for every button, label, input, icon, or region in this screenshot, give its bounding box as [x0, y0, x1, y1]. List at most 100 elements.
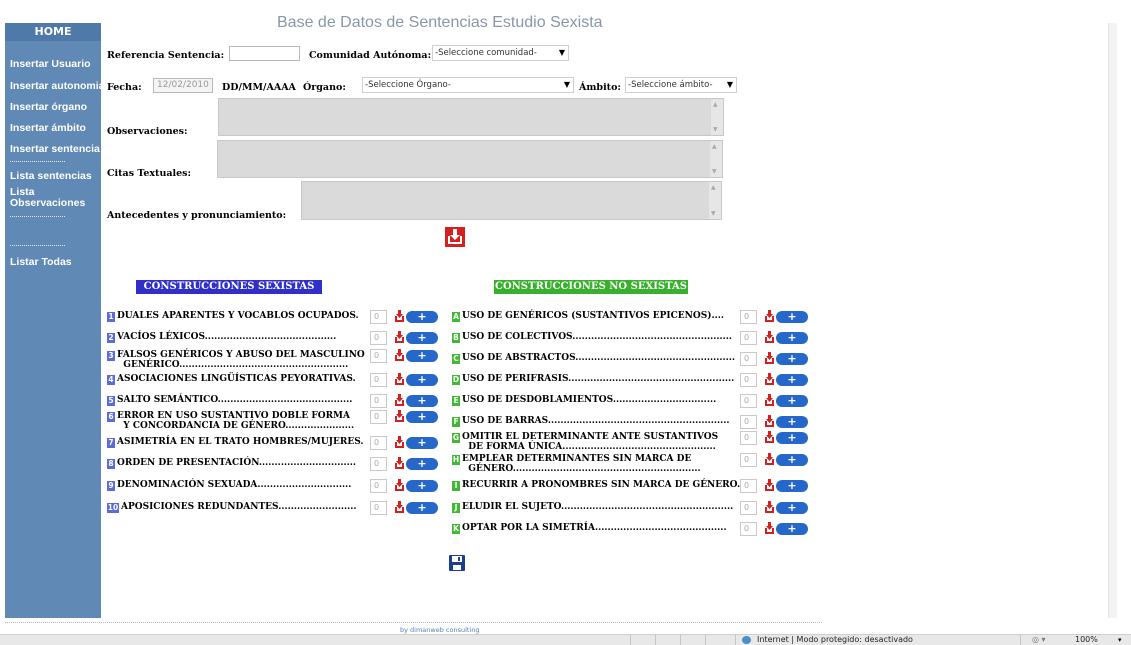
count-input[interactable]: 0: [370, 410, 387, 424]
add-button[interactable]: +: [776, 480, 808, 492]
add-button[interactable]: +: [776, 416, 808, 428]
download-icon[interactable]: [765, 415, 774, 427]
row-label: OPTAR POR LA SIMETRÍA...................…: [462, 523, 727, 533]
comunidad-select[interactable]: -Seleccione comunidad- ▼: [432, 45, 569, 61]
add-button[interactable]: +: [406, 437, 438, 449]
ambito-select[interactable]: -Seleccione ámbito- ▼: [625, 77, 737, 93]
count-input[interactable]: 0: [370, 373, 387, 387]
row-number-badge: G: [452, 433, 460, 443]
download-icon[interactable]: [765, 479, 774, 491]
sidebar-item-insertar-ambito[interactable]: Insertar ámbito: [10, 123, 86, 134]
count-input[interactable]: 0: [370, 394, 387, 408]
count-input[interactable]: 0: [370, 310, 387, 324]
row-number-badge: D: [452, 375, 460, 385]
download-icon[interactable]: [395, 410, 404, 422]
download-icon[interactable]: [765, 453, 774, 465]
download-icon[interactable]: [765, 394, 774, 406]
construction-row: 1 DUALES APARENTES Y VOCABLOS OCUPADOS.: [107, 311, 370, 324]
count-input[interactable]: 0: [740, 310, 757, 324]
count-input[interactable]: 0: [740, 352, 757, 366]
count-input[interactable]: 0: [740, 394, 757, 408]
add-button[interactable]: +: [776, 432, 808, 444]
download-icon[interactable]: [395, 457, 404, 469]
add-button[interactable]: +: [406, 395, 438, 407]
download-icon[interactable]: [444, 226, 466, 248]
download-icon[interactable]: [395, 310, 404, 322]
add-button[interactable]: +: [776, 311, 808, 323]
count-input[interactable]: 0: [370, 349, 387, 363]
count-input[interactable]: 0: [740, 501, 757, 515]
download-icon[interactable]: [765, 501, 774, 513]
download-icon[interactable]: [395, 373, 404, 385]
count-input[interactable]: 0: [740, 453, 757, 467]
antecedentes-textarea[interactable]: ▲ ▼: [301, 181, 722, 220]
row-label: ELUDIR EL SUJETO........................…: [462, 502, 734, 512]
count-input[interactable]: 0: [370, 457, 387, 471]
count-input[interactable]: 0: [740, 431, 757, 445]
count-input[interactable]: 0: [740, 373, 757, 387]
add-button[interactable]: +: [406, 311, 438, 323]
observaciones-label: Observaciones:: [107, 126, 188, 137]
construction-row: C USO DE ABSTRACTOS......................…: [452, 353, 740, 366]
download-icon[interactable]: [395, 479, 404, 491]
add-button[interactable]: +: [406, 374, 438, 386]
sidebar-item-insertar-organo[interactable]: Insertar órgano: [10, 102, 87, 113]
sidebar-item-listar-todas[interactable]: Listar Todas: [10, 257, 72, 268]
count-input[interactable]: 0: [740, 415, 757, 429]
download-icon[interactable]: [395, 501, 404, 513]
download-icon[interactable]: [765, 310, 774, 322]
add-button[interactable]: +: [406, 411, 438, 423]
download-icon[interactable]: [765, 431, 774, 443]
download-icon[interactable]: [765, 352, 774, 364]
count-input[interactable]: 0: [740, 522, 757, 536]
download-icon[interactable]: [765, 522, 774, 534]
row-number-badge: I: [452, 481, 460, 491]
page-scrollbar[interactable]: [1108, 23, 1117, 618]
textarea-scrollbar[interactable]: ▲ ▼: [709, 182, 721, 219]
add-button[interactable]: +: [776, 353, 808, 365]
download-icon[interactable]: [395, 349, 404, 361]
add-button[interactable]: +: [406, 502, 438, 514]
organo-select[interactable]: -Seleccione Órgano- ▼: [362, 77, 574, 93]
count-input[interactable]: 0: [740, 479, 757, 493]
add-button[interactable]: +: [406, 332, 438, 344]
citas-textarea[interactable]: ▲ ▼: [217, 140, 723, 178]
row-number-badge: K: [452, 524, 460, 534]
sidebar-item-insertar-autonomia[interactable]: Insertar autonomia: [10, 81, 105, 92]
add-button[interactable]: +: [776, 523, 808, 535]
sidebar-item-observaciones[interactable]: Observaciones: [10, 198, 85, 209]
count-input[interactable]: 0: [370, 436, 387, 450]
add-button[interactable]: +: [776, 502, 808, 514]
footer-credit[interactable]: by dimanweb consulting: [400, 626, 480, 634]
sidebar-home[interactable]: HOME: [5, 23, 101, 41]
add-button[interactable]: +: [776, 374, 808, 386]
sidebar-item-lista-sentencias[interactable]: Lista sentencias: [10, 171, 92, 182]
count-input[interactable]: 0: [370, 501, 387, 515]
sidebar-item-insertar-usuario[interactable]: Insertar Usuario: [10, 59, 91, 70]
download-icon[interactable]: [395, 394, 404, 406]
count-input[interactable]: 0: [370, 479, 387, 493]
download-icon[interactable]: [395, 331, 404, 343]
sidebar-item-insertar-sentencia[interactable]: Insertar sentencia: [10, 144, 100, 155]
download-icon[interactable]: [765, 373, 774, 385]
count-input[interactable]: 0: [370, 331, 387, 345]
row-number-badge: F: [452, 417, 460, 427]
fecha-format-label: DD/MM/AAAA: [222, 82, 296, 93]
save-icon[interactable]: [448, 554, 466, 572]
count-input[interactable]: 0: [740, 331, 757, 345]
add-button[interactable]: +: [776, 332, 808, 344]
add-button[interactable]: +: [776, 395, 808, 407]
textarea-scrollbar[interactable]: ▲ ▼: [710, 141, 722, 177]
download-icon[interactable]: [765, 331, 774, 343]
row-label: USO DE DESDOBLAMIENTOS..................…: [462, 395, 717, 405]
add-button[interactable]: +: [406, 458, 438, 470]
add-button[interactable]: +: [406, 480, 438, 492]
observaciones-textarea[interactable]: ▲ ▼: [218, 98, 724, 136]
download-icon[interactable]: [395, 436, 404, 448]
row-label: ASIMETRÍA EN EL TRATO HOMBRES/MUJERES.: [117, 437, 364, 447]
add-button[interactable]: +: [776, 454, 808, 466]
add-button[interactable]: +: [406, 350, 438, 362]
fecha-input[interactable]: 12/02/2010: [153, 78, 213, 93]
textarea-scrollbar[interactable]: ▲ ▼: [711, 99, 723, 135]
referencia-input[interactable]: [229, 46, 300, 61]
